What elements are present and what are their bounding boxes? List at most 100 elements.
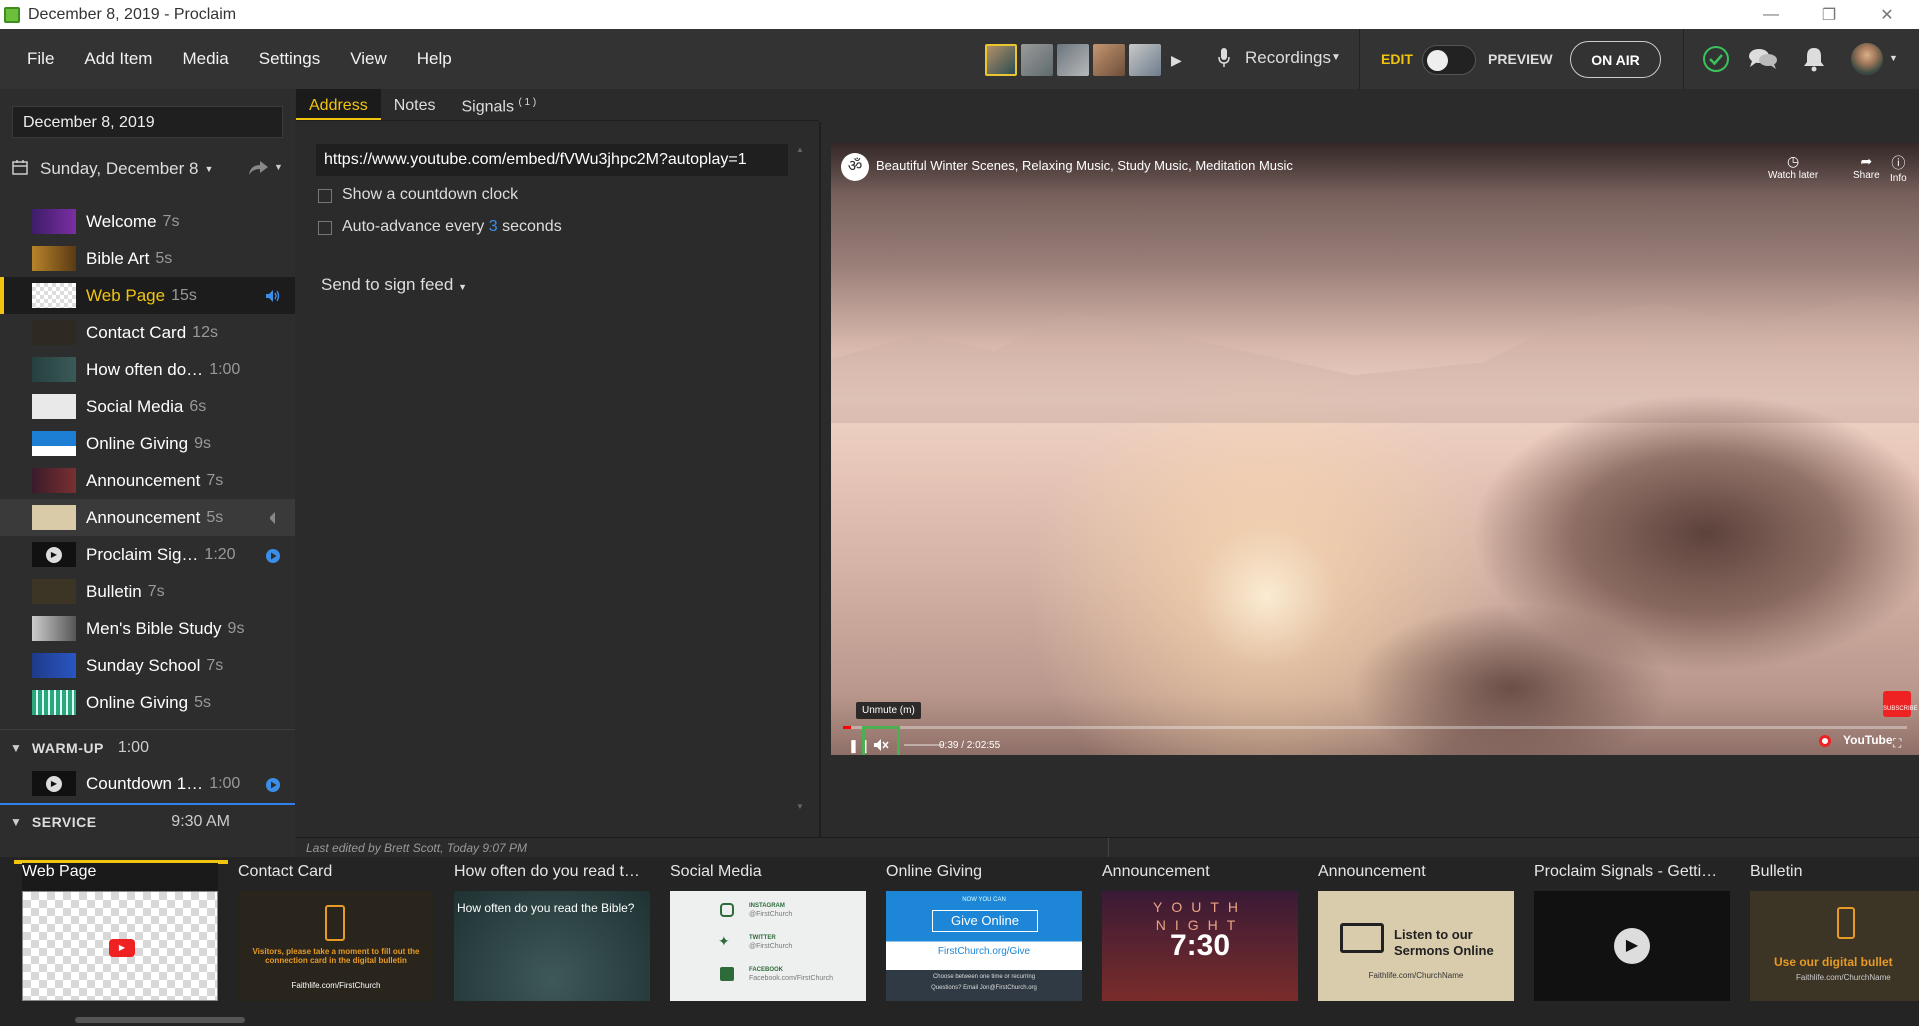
filmstrip-slide[interactable]: Social Media INSTAGRAM @FirstChurch ✦ TW… [670,863,866,1001]
chat-icon[interactable] [1748,47,1778,76]
bell-icon[interactable] [1803,46,1825,77]
collaborator-avatar[interactable] [1093,44,1125,76]
list-item[interactable]: Announcement 5s [0,499,295,536]
list-item[interactable]: ▶ Proclaim Sig… 1:20 [0,536,295,573]
social-handle: Facebook.com/FirstChurch [749,975,834,982]
menu-add-item[interactable]: Add Item [69,49,167,69]
share-icon[interactable] [248,159,270,182]
filmstrip-slide[interactable]: Bulletin Use our digital bullet Faithlif… [1750,863,1919,1001]
collaborator-avatar[interactable] [985,44,1017,76]
list-item[interactable]: ▶ Countdown 1… 1:00 [0,765,295,802]
settings-gear-icon[interactable] [1819,735,1831,747]
share-label: Share [1853,170,1880,181]
play-arrow-icon[interactable]: ▶ [1171,44,1182,76]
list-item[interactable]: Online Giving 5s [0,684,295,721]
item-duration: 1:00 [209,774,241,792]
collaborator-avatar[interactable] [1021,44,1053,76]
list-item[interactable]: Sunday School 7s [0,647,295,684]
chevron-down-icon[interactable]: ▼ [1889,53,1898,63]
slide-name: Announcement [1318,863,1426,880]
auto-advance-seconds[interactable]: 3 [489,218,498,235]
filmstrip-slide[interactable]: Proclaim Signals - Getti… ▶ [1534,863,1730,1001]
video-progress-played [843,726,851,729]
subscribe-button[interactable]: SUBSCRIBE [1883,691,1918,717]
presentation-name-field[interactable]: December 8, 2019 [12,106,283,138]
filmstrip-slide[interactable]: Announcement Listen to our Sermons Onlin… [1318,863,1514,1001]
edit-preview-toggle[interactable] [1422,45,1476,75]
speaker-icon[interactable] [265,511,279,525]
collaborator-avatar[interactable] [1057,44,1089,76]
filmstrip-slide[interactable]: Contact Card Visitors, please take a mom… [238,863,434,1001]
web-page-preview[interactable]: ॐ Beautiful Winter Scenes, Relaxing Musi… [831,143,1919,755]
chevron-down-icon[interactable]: ▼ [274,162,283,172]
filmstrip-slide[interactable]: Web Page ▶ [22,863,218,1001]
user-avatar[interactable] [1851,43,1883,75]
list-item[interactable]: Bible Art 5s [0,240,295,277]
service-day-selector[interactable]: Sunday, December 8 ▼ ▼ [12,157,287,181]
minimize-button[interactable]: — [1742,0,1800,29]
on-air-button[interactable]: ON AIR [1570,41,1661,78]
filmstrip-scrollbar[interactable] [75,1017,245,1023]
volume-slider[interactable] [904,744,944,746]
recordings-dropdown[interactable]: Recordings [1245,48,1331,68]
tab-signals[interactable]: Signals ( 1 ) [449,89,550,120]
collaborator-avatar[interactable] [1129,44,1161,76]
play-circle-icon[interactable] [265,548,280,563]
scroll-down-arrow[interactable]: ▼ [796,802,804,811]
close-button[interactable]: ✕ [1858,0,1916,29]
list-item[interactable]: Welcome 7s [0,203,295,240]
video-progress-bar[interactable] [843,726,1907,729]
slide-thumbnail: YOUTH NIGHT 7:30 [1102,891,1298,1001]
countdown-checkbox[interactable] [318,189,332,203]
tab-notes[interactable]: Notes [381,89,449,120]
check-circle-icon[interactable] [1702,45,1730,78]
microphone-icon[interactable] [1218,48,1230,70]
video-title[interactable]: Beautiful Winter Scenes, Relaxing Music,… [876,158,1293,173]
slide-heading: Listen to our [1394,927,1473,942]
filmstrip-slide[interactable]: How often do you read t… How often do yo… [454,863,650,1001]
filmstrip-slide[interactable]: Announcement YOUTH NIGHT 7:30 [1102,863,1298,1001]
section-header-service[interactable]: ▼ SERVICE 9:30 AM [0,803,295,839]
fullscreen-icon[interactable]: ⛶ [1893,736,1901,751]
section-name: WARM-UP [31,739,104,756]
share-button[interactable]: ➦ Share [1853,153,1880,181]
auto-advance-checkbox[interactable] [318,221,332,235]
scroll-up-arrow[interactable]: ▲ [796,145,804,154]
menu-file[interactable]: File [0,49,69,69]
item-duration: 1:00 [209,360,241,378]
menu-settings[interactable]: Settings [244,49,335,69]
item-name: Web Page [86,285,166,305]
unmute-button[interactable] [862,726,900,755]
list-item[interactable]: Announcement 7s [0,462,295,499]
info-button[interactable]: ⓘ Info [1890,153,1907,184]
send-to-sign-feed-dropdown[interactable]: Send to sign feed ▼ [321,275,467,295]
menu-help[interactable]: Help [402,49,467,69]
list-item[interactable]: Online Giving 9s [0,425,295,462]
chevron-down-icon: ▼ [1331,52,1341,63]
tab-address[interactable]: Address [296,89,381,120]
section-header-warmup[interactable]: ▼ WARM-UP 1:00 [0,729,295,765]
list-item[interactable]: How often do… 1:00 [0,351,295,388]
youtube-logo[interactable]: YouTube [1843,733,1893,747]
toolbar-divider [1683,29,1684,89]
collapse-triangle-icon[interactable]: ▼ [10,815,22,829]
channel-avatar-icon[interactable]: ॐ [841,153,869,181]
menu-view[interactable]: View [335,49,402,69]
phone-icon [1837,907,1855,939]
slide-thumbnail [32,468,76,493]
restore-button[interactable]: ❐ [1800,0,1858,29]
list-item[interactable]: Bulletin 7s [0,573,295,610]
watch-later-button[interactable]: ◷ Watch later [1768,153,1818,181]
list-item[interactable]: Contact Card 12s [0,314,295,351]
item-duration: 7s [206,471,224,489]
play-circle-icon[interactable] [265,777,280,792]
list-item[interactable]: Social Media 6s [0,388,295,425]
list-item-selected[interactable]: Web Page 15s [0,277,295,314]
slide-name: Announcement [1102,863,1210,880]
collapse-triangle-icon[interactable]: ▼ [10,741,22,755]
menu-media[interactable]: Media [167,49,243,69]
filmstrip-slide[interactable]: Online Giving NOW YOU CAN Give Online Fi… [886,863,1082,1001]
speaker-icon[interactable] [265,289,280,303]
url-field[interactable]: https://www.youtube.com/embed/fVWu3jhpc2… [316,144,788,176]
list-item[interactable]: Men's Bible Study 9s [0,610,295,647]
